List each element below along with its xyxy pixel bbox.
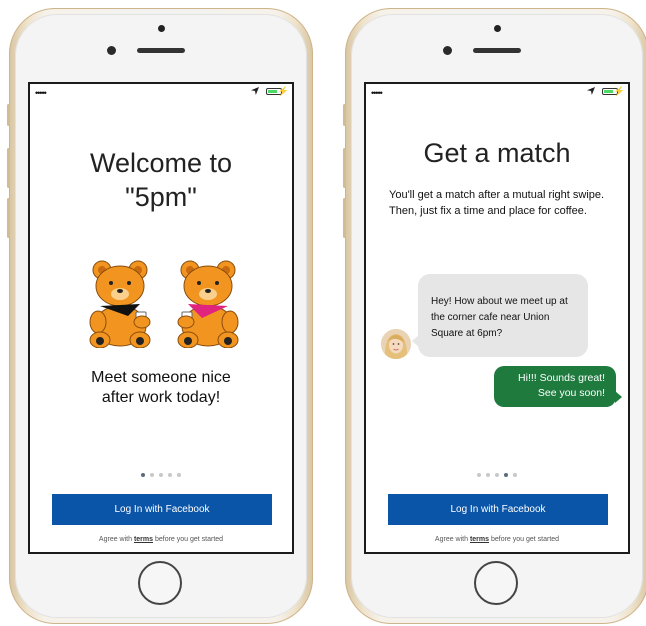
status-bar: ••••• ⚡ (30, 84, 292, 100)
proximity-sensor (158, 25, 165, 32)
terms-text-before: Agree with (98, 536, 134, 543)
incoming-message-bubble: Hey! How about we meet up at the corner … (412, 274, 588, 357)
front-camera (107, 46, 116, 55)
facebook-login-button[interactable]: Log In with Facebook (388, 494, 608, 525)
phone-frame-left: ••••• ⚡ Welcome to "5pm" Meet someone ni… (7, 8, 313, 624)
terms-text-after: before you get started (489, 536, 560, 543)
bears-illustration (89, 260, 239, 348)
tagline: Meet someone nice after work today! (91, 369, 231, 406)
page-title: Get a match (423, 138, 571, 168)
charging-icon: ⚡ (277, 86, 289, 96)
location-arrow-icon (587, 87, 595, 95)
page-dot[interactable] (141, 473, 145, 477)
page-dot[interactable] (168, 473, 172, 477)
home-button[interactable] (138, 561, 182, 605)
page-dot[interactable] (177, 473, 181, 477)
charging-icon: ⚡ (613, 86, 625, 96)
avatar (381, 329, 411, 359)
terms-text-before: Agree with (434, 536, 470, 543)
status-bar: ••••• ⚡ (366, 84, 628, 100)
bear-illustration (89, 260, 151, 348)
volume-down-button (343, 198, 346, 238)
page-dot[interactable] (159, 473, 163, 477)
terms-text-after: before you get started (153, 536, 224, 543)
volume-down-button (7, 198, 10, 238)
terms-link[interactable]: terms (470, 536, 489, 543)
page-dot[interactable] (477, 473, 481, 477)
page-dot[interactable] (513, 473, 517, 477)
bear-illustration (177, 260, 239, 348)
proximity-sensor (494, 25, 501, 32)
terms-notice: Agree with terms before you get started (366, 536, 628, 543)
page-dot[interactable] (150, 473, 154, 477)
signal-indicator: ••••• (371, 88, 383, 98)
page-indicator[interactable] (30, 464, 292, 482)
outgoing-message-bubble: Hi!!! Sounds great! See you soon! (494, 366, 622, 407)
volume-up-button (7, 148, 10, 188)
home-button[interactable] (474, 561, 518, 605)
location-arrow-icon (251, 87, 259, 95)
facebook-login-button[interactable]: Log In with Facebook (52, 494, 272, 525)
page-dot[interactable] (495, 473, 499, 477)
phone-frame-right: ••••• ⚡ Get a match You'll get a match a… (343, 8, 646, 624)
page-dot[interactable] (486, 473, 490, 477)
mute-switch (343, 104, 346, 126)
signal-indicator: ••••• (35, 88, 47, 98)
page-title: Welcome to "5pm" (89, 148, 233, 212)
page-indicator[interactable] (366, 464, 628, 482)
terms-notice: Agree with terms before you get started (30, 536, 292, 543)
get-match-screen: ••••• ⚡ Get a match You'll get a match a… (364, 82, 630, 554)
mute-switch (7, 104, 10, 126)
terms-link[interactable]: terms (134, 536, 153, 543)
welcome-screen: ••••• ⚡ Welcome to "5pm" Meet someone ni… (28, 82, 294, 554)
volume-up-button (343, 148, 346, 188)
page-description: You'll get a match after a mutual right … (389, 189, 605, 217)
earpiece-speaker (473, 48, 521, 53)
page-dot[interactable] (504, 473, 508, 477)
front-camera (443, 46, 452, 55)
earpiece-speaker (137, 48, 185, 53)
